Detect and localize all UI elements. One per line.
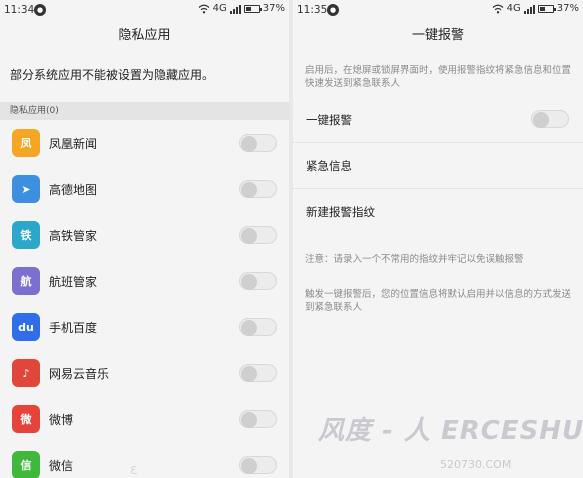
notification-icon: ● <box>327 4 339 16</box>
notification-icon: ● <box>34 4 46 16</box>
toggle-knob <box>241 320 257 336</box>
wifi-icon <box>198 4 210 13</box>
network-type: 4G <box>212 3 227 14</box>
toggle-knob <box>533 112 549 128</box>
hide-app-toggle[interactable] <box>239 364 277 382</box>
status-time: 11:34 <box>4 4 35 16</box>
network-type: 4G <box>506 3 521 14</box>
baidu-icon: du <box>12 313 40 341</box>
hide-app-toggle[interactable] <box>239 134 277 152</box>
app-name: 手机百度 <box>49 320 98 335</box>
app-list: 凤凤凰新闻 ➤ 高德地图铁高铁管家航航班管家 du 手机百度 ♪ 网易云音乐微微博信微信 <box>0 120 289 478</box>
app-name: 网易云音乐 <box>49 366 110 381</box>
toggle-knob <box>241 458 257 474</box>
toggle-knob <box>241 182 257 198</box>
app-name: 微信 <box>49 458 74 473</box>
privacy-apps-screen: 11:34 ● 4G 37% 隐私应用 部分系统应用不能被设置为隐藏应用。 隐私… <box>0 0 289 478</box>
app-row[interactable]: ♪ 网易云音乐 <box>0 350 289 396</box>
alarm-label: 一键报警 <box>306 112 352 127</box>
status-time: 11:35 <box>297 4 328 16</box>
section-header: 隐私应用(0) <box>0 102 289 120</box>
new-fingerprint-label: 新建报警指纹 <box>306 205 375 219</box>
app-row[interactable]: 微微博 <box>0 396 289 442</box>
emergency-info-row[interactable]: 紧急信息 <box>293 143 583 189</box>
toggle-knob <box>241 412 257 428</box>
app-name: 航班管家 <box>49 274 98 289</box>
status-bar: 11:34 ● 4G 37% <box>0 0 289 22</box>
battery-percent: 37% <box>262 3 285 14</box>
page-title: 一键报警 <box>411 28 464 43</box>
signal-icon <box>523 4 535 14</box>
app-row[interactable]: 铁高铁管家 <box>0 212 289 258</box>
emergency-info-label: 紧急信息 <box>306 158 352 173</box>
hide-app-toggle[interactable] <box>239 180 277 198</box>
hide-app-toggle[interactable] <box>239 226 277 244</box>
gaotie-icon: 铁 <box>12 221 40 249</box>
app-row[interactable]: ➤ 高德地图 <box>0 166 289 212</box>
ifeng-news-icon: 凤 <box>12 129 40 157</box>
weibo-icon: 微 <box>12 405 40 433</box>
alarm-toggle[interactable] <box>531 110 569 128</box>
app-name: 凤凰新闻 <box>49 136 98 151</box>
app-name: 高铁管家 <box>49 228 98 243</box>
toggle-knob <box>241 274 257 290</box>
app-row[interactable]: 凤凤凰新闻 <box>0 120 289 166</box>
page-title: 隐私应用 <box>118 28 171 43</box>
toggle-knob <box>241 136 257 152</box>
app-name: 微博 <box>49 412 74 427</box>
app-row[interactable]: 航航班管家 <box>0 258 289 304</box>
app-row[interactable]: du 手机百度 <box>0 304 289 350</box>
hide-app-toggle[interactable] <box>239 410 277 428</box>
new-fingerprint-row[interactable]: 新建报警指纹 <box>293 189 583 235</box>
netease-music-icon: ♪ <box>12 359 40 387</box>
hide-app-toggle[interactable] <box>239 272 277 290</box>
wechat-icon: 信 <box>12 451 40 478</box>
fingerprint-note: 注意：请录入一个不常用的指纹并牢记以免误触报警 <box>305 254 524 265</box>
battery-percent: 37% <box>556 3 579 14</box>
emergency-alarm-screen: 11:35 ● 4G 37% 一键报警 启用后，在熄屏或锁屏界面时，使用报警指纹… <box>293 0 583 478</box>
amap-icon: ➤ <box>12 175 40 203</box>
toggle-knob <box>241 228 257 244</box>
battery-icon <box>243 4 262 13</box>
signal-icon <box>229 4 241 14</box>
toggle-knob <box>241 366 257 382</box>
battery-icon <box>537 4 556 13</box>
hangban-icon: 航 <box>12 267 40 295</box>
app-name: 高德地图 <box>49 182 98 197</box>
intro-text: 部分系统应用不能被设置为隐藏应用。 <box>10 68 215 82</box>
wifi-icon <box>492 4 504 13</box>
status-bar: 11:35 ● 4G 37% <box>293 0 583 22</box>
alarm-trigger-note: 触发一键报警后，您的位置信息将默认启用并以信息的方式发送到紧急联系人 <box>305 289 572 313</box>
hide-app-toggle[interactable] <box>239 456 277 474</box>
feature-description: 启用后，在熄屏或锁屏界面时，使用报警指纹将紧急信息和位置快速发送到紧急联系人 <box>305 65 572 89</box>
hide-app-toggle[interactable] <box>239 318 277 336</box>
alarm-toggle-row[interactable]: 一键报警 <box>293 97 583 143</box>
app-row[interactable]: 信微信 <box>0 442 289 478</box>
